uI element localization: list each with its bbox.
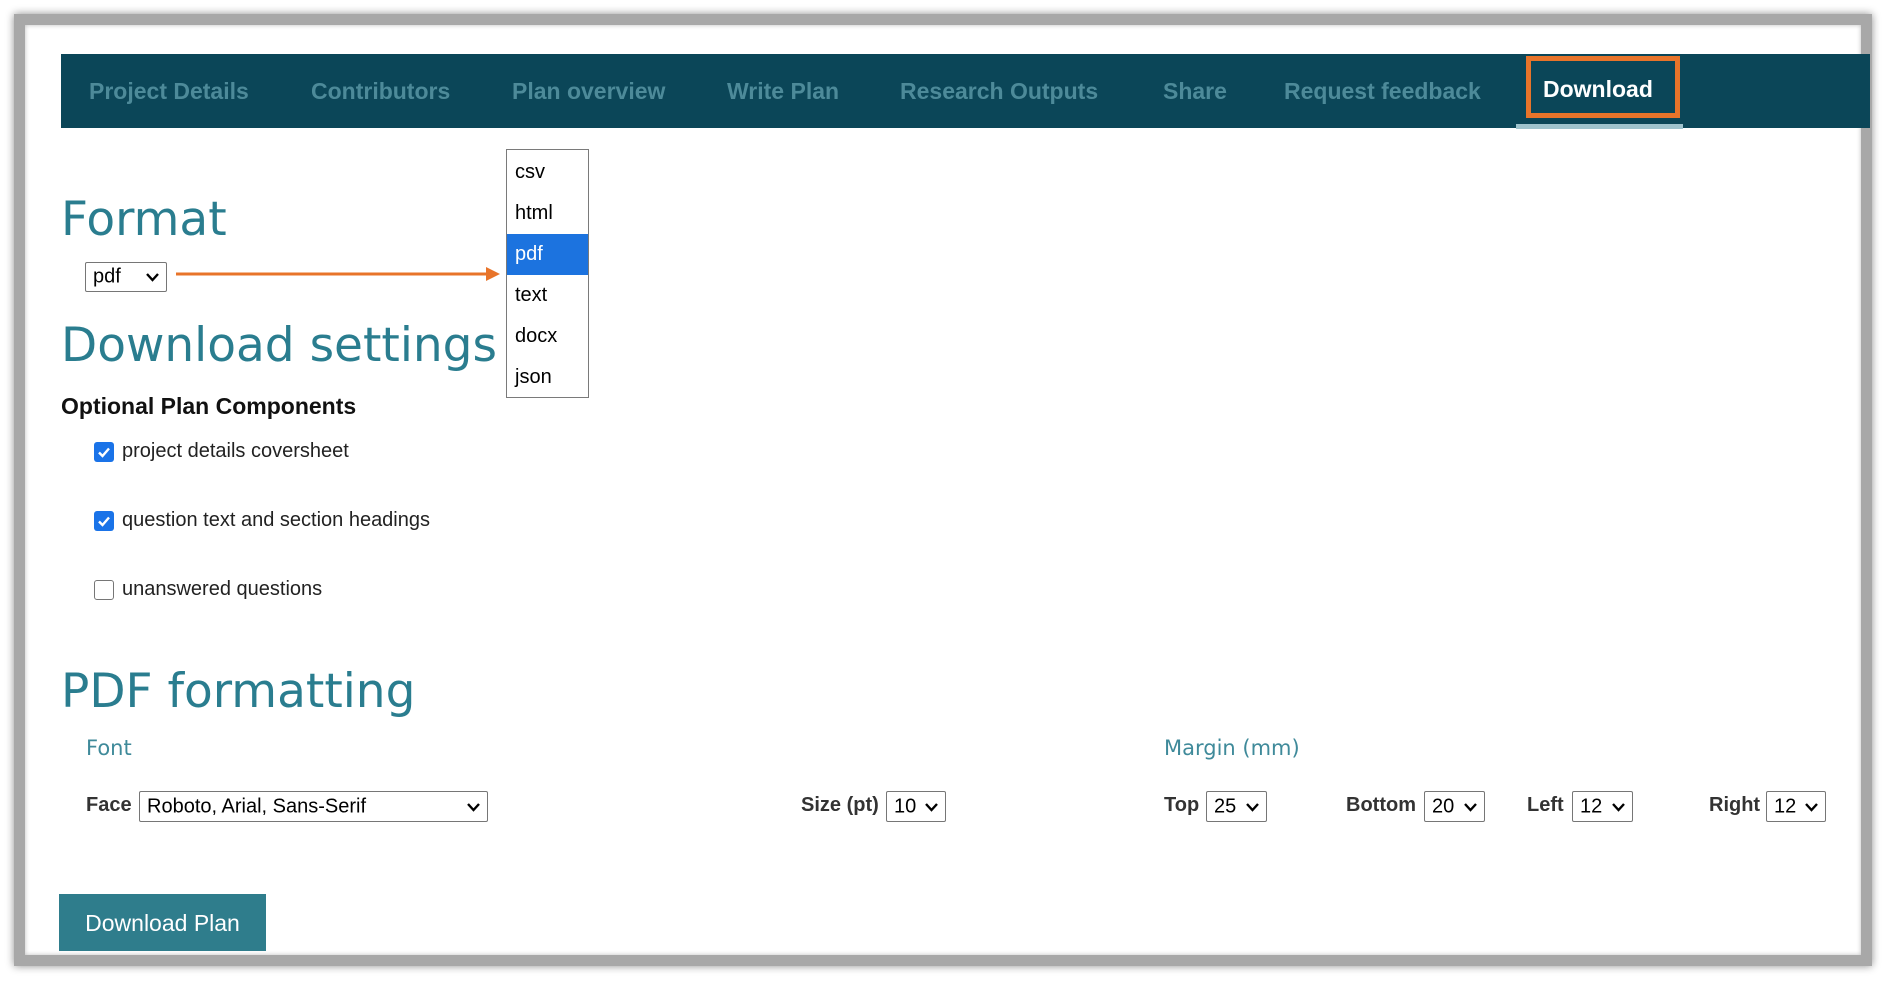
margin-top-select[interactable]: 25 bbox=[1206, 791, 1267, 822]
tab-share[interactable]: Share bbox=[1163, 54, 1227, 128]
annotation-arrow bbox=[176, 267, 500, 281]
margin-bottom-select[interactable]: 20 bbox=[1424, 791, 1485, 822]
chevron-down-icon bbox=[467, 802, 480, 812]
margin-left-label: Left bbox=[1527, 794, 1564, 816]
margin-section-label: Margin (mm) bbox=[1164, 736, 1300, 760]
question-text-checkbox[interactable] bbox=[94, 511, 114, 531]
checkmark-icon bbox=[98, 447, 110, 458]
coversheet-label: project details coversheet bbox=[122, 440, 349, 462]
chevron-down-icon bbox=[146, 273, 159, 282]
margin-right-select[interactable]: 12 bbox=[1766, 791, 1826, 822]
tab-contributors[interactable]: Contributors bbox=[311, 54, 450, 128]
size-label: Size (pt) bbox=[801, 794, 879, 816]
margin-right-label: Right bbox=[1709, 794, 1761, 816]
margin-top-value: 25 bbox=[1214, 795, 1237, 817]
tab-project-details[interactable]: Project Details bbox=[89, 54, 249, 128]
chevron-down-icon bbox=[1612, 802, 1625, 812]
margin-left-select[interactable]: 12 bbox=[1572, 791, 1633, 822]
chevron-down-icon bbox=[1246, 802, 1259, 812]
format-option-html[interactable]: html bbox=[507, 193, 588, 234]
tab-plan-overview[interactable]: Plan overview bbox=[512, 54, 665, 128]
format-select[interactable]: pdf bbox=[85, 262, 167, 292]
coversheet-checkbox[interactable] bbox=[94, 442, 114, 462]
optional-components-label: Optional Plan Components bbox=[61, 393, 357, 419]
tab-write-plan[interactable]: Write Plan bbox=[727, 54, 839, 128]
format-option-pdf[interactable]: pdf bbox=[507, 234, 588, 275]
format-select-value: pdf bbox=[93, 265, 121, 288]
unanswered-checkbox[interactable] bbox=[94, 580, 114, 600]
margin-top-label: Top bbox=[1164, 794, 1200, 816]
screenshot-frame bbox=[14, 14, 1872, 966]
unanswered-label: unanswered questions bbox=[122, 578, 323, 600]
tab-request-feedback[interactable]: Request feedback bbox=[1284, 54, 1481, 128]
checkmark-icon bbox=[98, 516, 110, 527]
question-text-label: question text and section headings bbox=[122, 509, 430, 531]
tab-research-outputs[interactable]: Research Outputs bbox=[900, 54, 1098, 128]
margin-bottom-label: Bottom bbox=[1346, 794, 1416, 816]
format-option-docx[interactable]: docx bbox=[507, 316, 588, 357]
download-settings-heading: Download settings bbox=[61, 318, 497, 373]
face-label: Face bbox=[86, 794, 132, 816]
margin-right-value: 12 bbox=[1774, 795, 1797, 817]
font-section-label: Font bbox=[86, 736, 132, 760]
chevron-down-icon bbox=[1464, 802, 1477, 812]
pdf-formatting-heading: PDF formatting bbox=[61, 664, 416, 719]
highlight-box bbox=[1526, 56, 1680, 118]
margin-left-value: 12 bbox=[1580, 795, 1603, 817]
format-option-csv[interactable]: csv bbox=[507, 152, 588, 193]
format-option-text[interactable]: text bbox=[507, 275, 588, 316]
font-face-value: Roboto, Arial, Sans-Serif bbox=[147, 795, 366, 817]
chevron-down-icon bbox=[925, 802, 938, 812]
format-heading: Format bbox=[61, 192, 227, 247]
font-size-value: 10 bbox=[894, 795, 917, 817]
format-option-json[interactable]: json bbox=[507, 357, 588, 398]
download-plan-button[interactable]: Download Plan bbox=[59, 894, 266, 951]
font-size-select[interactable]: 10 bbox=[886, 791, 946, 822]
font-face-select[interactable]: Roboto, Arial, Sans-Serif bbox=[139, 791, 488, 822]
chevron-down-icon bbox=[1805, 802, 1818, 812]
format-dropdown-list: csv html pdf text docx json bbox=[506, 149, 589, 398]
margin-bottom-value: 20 bbox=[1432, 795, 1455, 817]
